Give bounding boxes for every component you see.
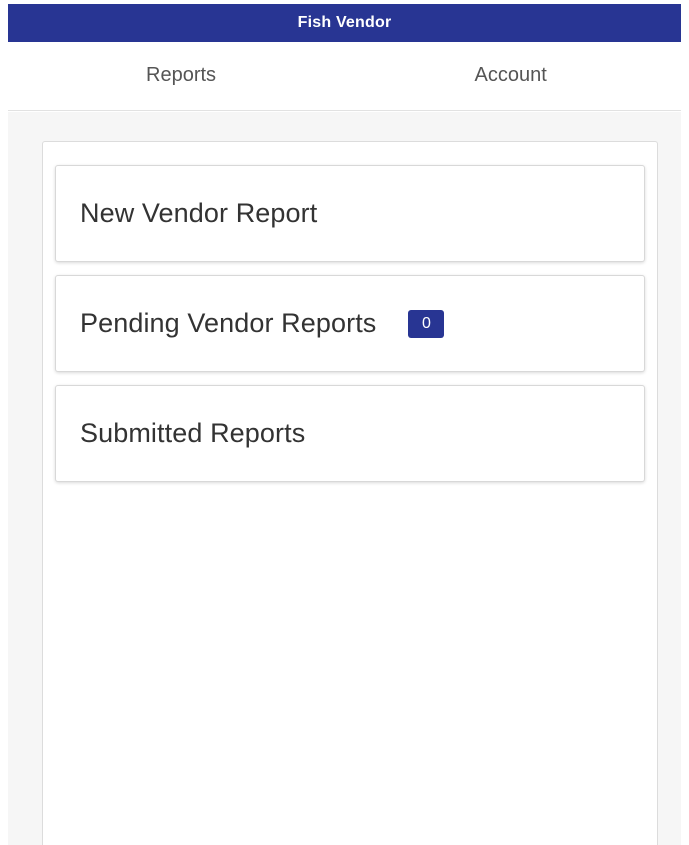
new-vendor-report-card[interactable]: New Vendor Report bbox=[55, 165, 645, 262]
tab-reports[interactable]: Reports bbox=[8, 42, 353, 110]
new-vendor-report-label: New Vendor Report bbox=[80, 198, 318, 228]
nav-tabs: Reports Account bbox=[8, 42, 681, 111]
pending-vendor-reports-card[interactable]: Pending Vendor Reports 0 bbox=[55, 275, 645, 372]
pending-vendor-reports-label: Pending Vendor Reports bbox=[80, 308, 377, 338]
pending-count-badge: 0 bbox=[408, 309, 445, 338]
app-window: Fish Vendor Reports Account New Vendor R… bbox=[0, 0, 689, 845]
submitted-reports-card[interactable]: Submitted Reports bbox=[55, 385, 645, 482]
submitted-reports-label: Submitted Reports bbox=[80, 418, 306, 448]
tab-account[interactable]: Account bbox=[353, 42, 682, 110]
app-title: Fish Vendor bbox=[297, 14, 392, 31]
title-bar: Fish Vendor bbox=[8, 4, 681, 42]
